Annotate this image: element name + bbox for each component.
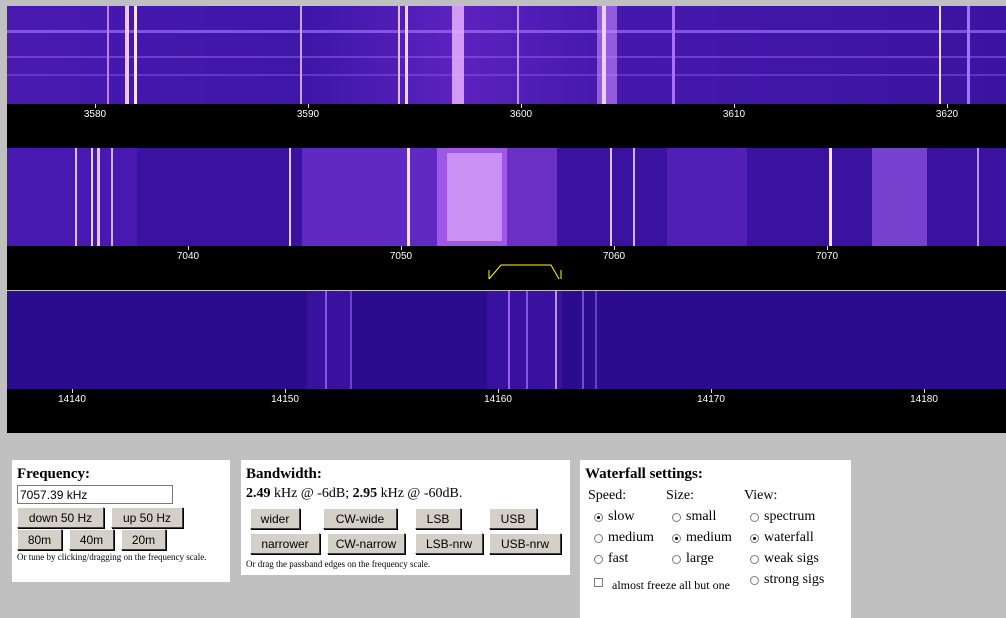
- size-large-label: large: [686, 551, 714, 566]
- view-strong-sigs-label: strong sigs: [764, 572, 825, 587]
- scale-tick: [308, 104, 309, 108]
- scale-label: 7060: [602, 251, 626, 262]
- scale-tick: [285, 389, 286, 393]
- scale-tick: [924, 389, 925, 393]
- wider-button[interactable]: wider: [250, 508, 300, 529]
- waterfall-20m[interactable]: [7, 291, 1006, 389]
- bandwidth-6db-text: kHz @ -6dB;: [270, 486, 353, 501]
- speed-fast-label: fast: [608, 551, 629, 566]
- usb-nrw-button[interactable]: USB-nrw: [489, 533, 561, 554]
- frequency-input[interactable]: [17, 485, 173, 504]
- waterfall-settings-panel: Waterfall settings: Speed: Size: View: s…: [580, 460, 851, 618]
- lsb-button[interactable]: LSB: [415, 508, 461, 529]
- scale-tick: [188, 246, 189, 250]
- speed-medium-label: medium: [608, 530, 654, 545]
- scale-label: 14160: [484, 394, 512, 405]
- usb-button[interactable]: USB: [489, 508, 537, 529]
- size-label: Size:: [666, 488, 694, 503]
- scale-label: 3590: [296, 109, 320, 120]
- size-medium-radio[interactable]: [672, 534, 681, 543]
- frequency-panel: Frequency: down 50 Hz up 50 Hz 80m 40m 2…: [12, 460, 230, 582]
- speed-medium-radio[interactable]: [594, 534, 603, 543]
- scale-label: 3610: [722, 109, 746, 120]
- speed-fast-radio[interactable]: [594, 555, 603, 564]
- scale-tick: [734, 104, 735, 108]
- cw-narrow-button[interactable]: CW-narrow: [327, 533, 405, 554]
- freeze-label: almost freeze all but one: [612, 578, 730, 592]
- view-label: View:: [744, 488, 778, 503]
- size-medium-label: medium: [686, 530, 732, 545]
- speed-slow-radio[interactable]: [594, 513, 603, 522]
- scale-tick: [947, 104, 948, 108]
- bandwidth-60db-value: 2.95: [352, 486, 378, 501]
- scale-label: 3580: [83, 109, 107, 120]
- scale-label: 7070: [815, 251, 839, 262]
- size-small-radio[interactable]: [672, 513, 681, 522]
- bandwidth-60db-text: kHz @ -60dB.: [377, 486, 463, 501]
- band-20m-button[interactable]: 20m: [121, 529, 166, 550]
- bandwidth-readout: 2.49 kHz @ -6dB; 2.95 kHz @ -60dB.: [246, 486, 462, 502]
- scale-label: 3600: [509, 109, 533, 120]
- frequency-scale-20m[interactable]: 14140 14150 14160 14170 14180: [7, 389, 1006, 433]
- freeze-checkbox[interactable]: [594, 578, 603, 587]
- scale-tick: [401, 246, 402, 250]
- down-50hz-button[interactable]: down 50 Hz: [17, 507, 104, 528]
- band-40m-button[interactable]: 40m: [69, 529, 114, 550]
- scale-tick: [95, 104, 96, 108]
- view-weak-sigs-radio[interactable]: [750, 555, 759, 564]
- scale-tick: [827, 246, 828, 250]
- waterfall-80m[interactable]: [7, 6, 1006, 104]
- lsb-nrw-button[interactable]: LSB-nrw: [415, 533, 483, 554]
- scale-tick: [711, 389, 712, 393]
- scale-label: 14140: [58, 394, 86, 405]
- bandwidth-note: Or drag the passband edges on the freque…: [246, 559, 431, 569]
- waterfall-40m[interactable]: [7, 148, 1006, 246]
- frequency-scale-40m[interactable]: 7040 7050 7060 7070: [7, 246, 1006, 290]
- scale-tick: [498, 389, 499, 393]
- frequency-scale-80m[interactable]: 3580 3590 3600 3610 3620: [7, 104, 1006, 148]
- view-spectrum-radio[interactable]: [750, 513, 759, 522]
- scale-label: 3620: [935, 109, 959, 120]
- view-waterfall-label: waterfall: [764, 530, 814, 545]
- speed-slow-label: slow: [608, 509, 635, 524]
- view-weak-sigs-label: weak sigs: [764, 551, 819, 566]
- cw-wide-button[interactable]: CW-wide: [323, 508, 397, 529]
- up-50hz-button[interactable]: up 50 Hz: [111, 507, 183, 528]
- scale-label: 14150: [271, 394, 299, 405]
- frequency-title: Frequency:: [17, 466, 91, 482]
- bandwidth-panel: Bandwidth: 2.49 kHz @ -6dB; 2.95 kHz @ -…: [241, 460, 570, 575]
- scale-label: 7050: [389, 251, 413, 262]
- view-spectrum-label: spectrum: [764, 509, 816, 524]
- view-strong-sigs-radio[interactable]: [750, 576, 759, 585]
- view-waterfall-radio[interactable]: [750, 534, 759, 543]
- scale-tick: [72, 389, 73, 393]
- scale-label: 14170: [697, 394, 725, 405]
- narrower-button[interactable]: narrower: [250, 533, 320, 554]
- scale-tick: [614, 246, 615, 250]
- waterfall-settings-title: Waterfall settings:: [585, 466, 703, 482]
- scale-label: 14180: [910, 394, 938, 405]
- bandwidth-title: Bandwidth:: [246, 466, 322, 482]
- band-80m-button[interactable]: 80m: [17, 529, 62, 550]
- frequency-note: Or tune by clicking/dragging on the freq…: [17, 552, 207, 562]
- size-small-label: small: [686, 509, 717, 524]
- scale-label: 7040: [176, 251, 200, 262]
- bandwidth-6db-value: 2.49: [246, 486, 271, 501]
- passband-indicator[interactable]: [485, 262, 569, 280]
- scale-tick: [521, 104, 522, 108]
- speed-label: Speed:: [588, 488, 627, 503]
- size-large-radio[interactable]: [672, 555, 681, 564]
